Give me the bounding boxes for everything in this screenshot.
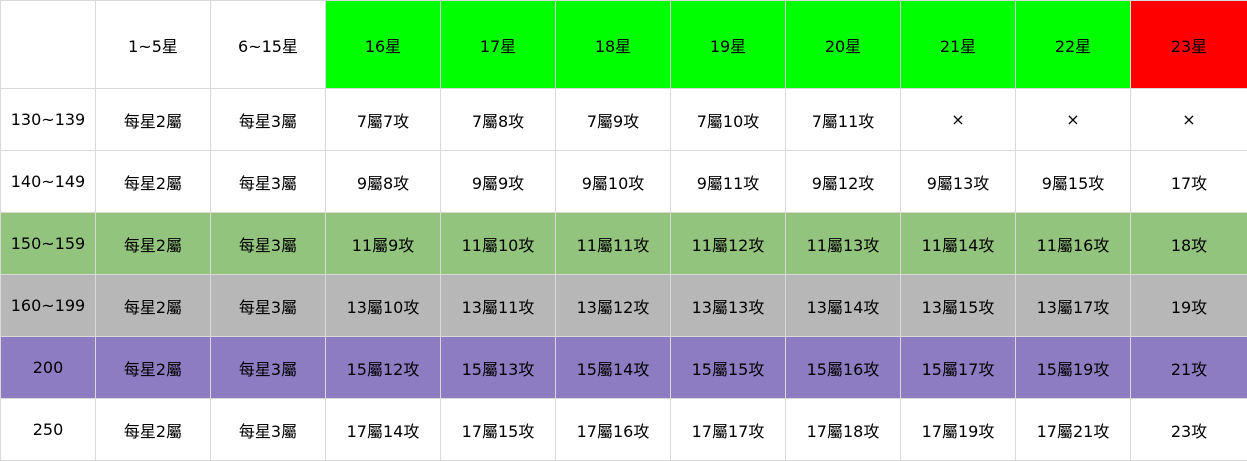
table-row: 160~199 每星2屬 每星3屬 13屬10攻 13屬11攻 13屬12攻 1… xyxy=(1,275,1247,337)
table-cell[interactable]: 9屬9攻 xyxy=(441,151,556,213)
table-cell[interactable]: 每星3屬 xyxy=(211,337,326,399)
table-cell[interactable]: 13屬13攻 xyxy=(671,275,786,337)
header-cell[interactable]: 17星 xyxy=(441,1,556,89)
header-cell[interactable]: 21星 xyxy=(901,1,1016,89)
header-cell[interactable]: 19星 xyxy=(671,1,786,89)
table-cell[interactable]: 11屬13攻 xyxy=(786,213,901,275)
corner-cell[interactable] xyxy=(1,1,96,89)
table-cell[interactable]: 9屬12攻 xyxy=(786,151,901,213)
header-cell[interactable]: 20星 xyxy=(786,1,901,89)
table-cell[interactable]: 15屬12攻 xyxy=(326,337,441,399)
table-cell[interactable]: 17屬21攻 xyxy=(1016,399,1131,461)
table-cell[interactable]: 15屬13攻 xyxy=(441,337,556,399)
table-cell[interactable]: 18攻 xyxy=(1131,213,1247,275)
table-cell[interactable]: 9屬10攻 xyxy=(556,151,671,213)
table-cell[interactable]: × xyxy=(1016,89,1131,151)
header-cell[interactable]: 18星 xyxy=(556,1,671,89)
table-cell[interactable]: 15屬17攻 xyxy=(901,337,1016,399)
table-cell[interactable]: 15屬15攻 xyxy=(671,337,786,399)
table-cell[interactable]: 9屬13攻 xyxy=(901,151,1016,213)
table-cell[interactable]: 21攻 xyxy=(1131,337,1247,399)
table-cell[interactable]: 17屬15攻 xyxy=(441,399,556,461)
header-cell[interactable]: 22星 xyxy=(1016,1,1131,89)
table-cell[interactable]: 11屬14攻 xyxy=(901,213,1016,275)
table-cell[interactable]: 17屬18攻 xyxy=(786,399,901,461)
level-cell[interactable]: 130~139 xyxy=(1,89,96,151)
table-cell[interactable]: × xyxy=(1131,89,1247,151)
table-cell[interactable]: 15屬14攻 xyxy=(556,337,671,399)
table-cell[interactable]: 17屬14攻 xyxy=(326,399,441,461)
header-cell[interactable]: 16星 xyxy=(326,1,441,89)
table-row: 250 每星2屬 每星3屬 17屬14攻 17屬15攻 17屬16攻 17屬17… xyxy=(1,399,1247,461)
table-cell[interactable]: 每星2屬 xyxy=(96,89,211,151)
header-cell[interactable]: 6~15星 xyxy=(211,1,326,89)
table-cell[interactable]: 15屬19攻 xyxy=(1016,337,1131,399)
table-cell[interactable]: 17屬16攻 xyxy=(556,399,671,461)
table-cell[interactable]: 每星2屬 xyxy=(96,213,211,275)
table-cell[interactable]: 11屬12攻 xyxy=(671,213,786,275)
table-cell[interactable]: 7屬10攻 xyxy=(671,89,786,151)
table-cell[interactable]: 13屬15攻 xyxy=(901,275,1016,337)
level-cell[interactable]: 150~159 xyxy=(1,213,96,275)
table-cell[interactable]: 每星2屬 xyxy=(96,399,211,461)
table-cell[interactable]: 13屬17攻 xyxy=(1016,275,1131,337)
table-cell[interactable]: 每星3屬 xyxy=(211,89,326,151)
table-cell[interactable]: 每星3屬 xyxy=(211,213,326,275)
table-cell[interactable]: 17屬17攻 xyxy=(671,399,786,461)
table-cell[interactable]: 每星2屬 xyxy=(96,151,211,213)
table-cell[interactable]: 7屬7攻 xyxy=(326,89,441,151)
table-cell[interactable]: 7屬9攻 xyxy=(556,89,671,151)
table-cell[interactable]: 19攻 xyxy=(1131,275,1247,337)
level-cell[interactable]: 200 xyxy=(1,337,96,399)
table-cell[interactable]: 每星3屬 xyxy=(211,151,326,213)
table-row: 200 每星2屬 每星3屬 15屬12攻 15屬13攻 15屬14攻 15屬15… xyxy=(1,337,1247,399)
level-cell[interactable]: 160~199 xyxy=(1,275,96,337)
table-cell[interactable]: 23攻 xyxy=(1131,399,1247,461)
table-cell[interactable]: 13屬12攻 xyxy=(556,275,671,337)
star-force-table: 1~5星 6~15星 16星 17星 18星 19星 20星 21星 22星 2… xyxy=(0,0,1247,461)
table-cell[interactable]: 11屬9攻 xyxy=(326,213,441,275)
table-row: 130~139 每星2屬 每星3屬 7屬7攻 7屬8攻 7屬9攻 7屬10攻 7… xyxy=(1,89,1247,151)
table-cell[interactable]: 每星2屬 xyxy=(96,275,211,337)
table-cell[interactable]: 13屬11攻 xyxy=(441,275,556,337)
table-cell[interactable]: 9屬8攻 xyxy=(326,151,441,213)
table-cell[interactable]: 17攻 xyxy=(1131,151,1247,213)
table-cell[interactable]: 每星3屬 xyxy=(211,275,326,337)
table-cell[interactable]: 13屬10攻 xyxy=(326,275,441,337)
table-cell[interactable]: 11屬10攻 xyxy=(441,213,556,275)
table-cell[interactable]: 7屬11攻 xyxy=(786,89,901,151)
table-cell[interactable]: 13屬14攻 xyxy=(786,275,901,337)
table-cell[interactable]: 7屬8攻 xyxy=(441,89,556,151)
table-cell[interactable]: 15屬16攻 xyxy=(786,337,901,399)
table-cell[interactable]: 9屬15攻 xyxy=(1016,151,1131,213)
table-row: 140~149 每星2屬 每星3屬 9屬8攻 9屬9攻 9屬10攻 9屬11攻 … xyxy=(1,151,1247,213)
table-row: 150~159 每星2屬 每星3屬 11屬9攻 11屬10攻 11屬11攻 11… xyxy=(1,213,1247,275)
level-cell[interactable]: 250 xyxy=(1,399,96,461)
table-cell[interactable]: 每星2屬 xyxy=(96,337,211,399)
header-cell[interactable]: 1~5星 xyxy=(96,1,211,89)
header-row: 1~5星 6~15星 16星 17星 18星 19星 20星 21星 22星 2… xyxy=(1,1,1247,89)
table-cell[interactable]: 9屬11攻 xyxy=(671,151,786,213)
header-cell[interactable]: 23星 xyxy=(1131,1,1247,89)
table-cell[interactable]: 每星3屬 xyxy=(211,399,326,461)
table-cell[interactable]: 17屬19攻 xyxy=(901,399,1016,461)
level-cell[interactable]: 140~149 xyxy=(1,151,96,213)
table-cell[interactable]: 11屬11攻 xyxy=(556,213,671,275)
table-cell[interactable]: × xyxy=(901,89,1016,151)
table-cell[interactable]: 11屬16攻 xyxy=(1016,213,1131,275)
